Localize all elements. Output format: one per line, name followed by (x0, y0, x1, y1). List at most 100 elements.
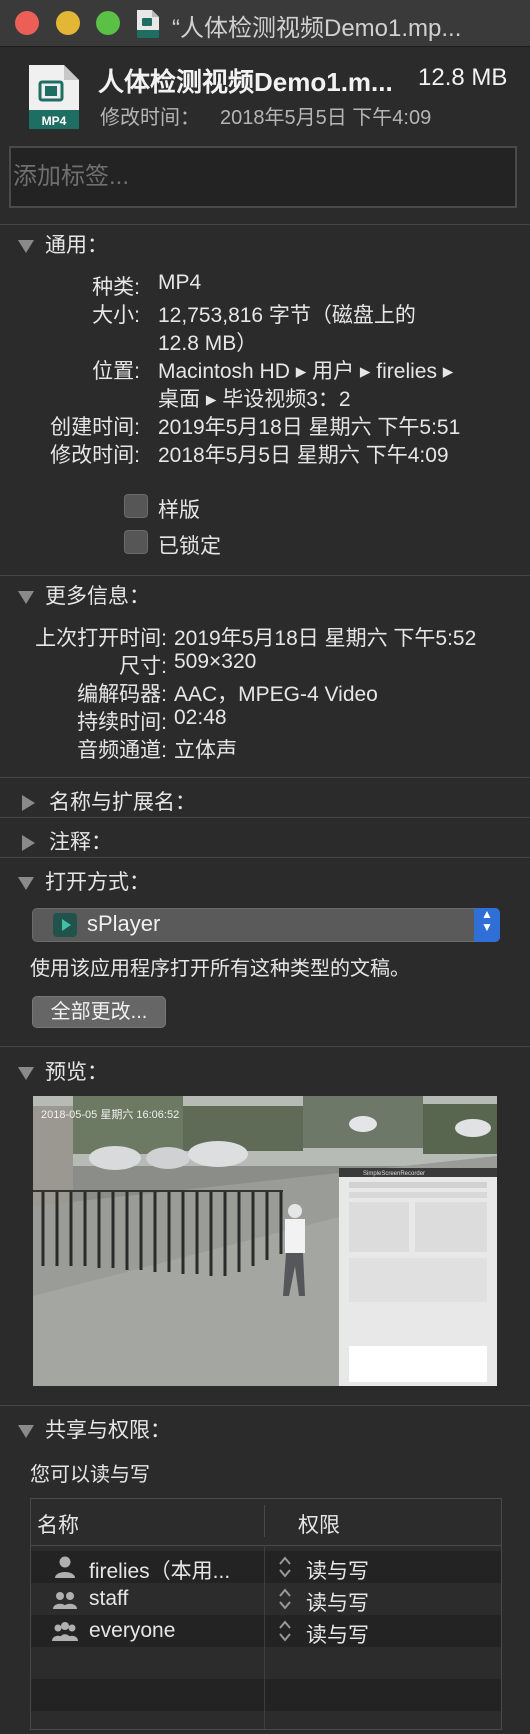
section-sharing-header[interactable]: 共享与权限： (18, 1414, 171, 1444)
where-value-line1: Macintosh HD ▸ 用户 ▸ firelies ▸ (158, 360, 454, 383)
permission-row-empty (31, 1679, 501, 1711)
privilege-stepper-icon[interactable] (278, 1553, 292, 1581)
file-type-icon: MP4 (29, 65, 79, 129)
section-comments-title: 注释： (49, 831, 112, 854)
divider (0, 857, 530, 858)
divider (0, 1046, 530, 1047)
section-more-info-header[interactable]: 更多信息： (18, 580, 150, 610)
permission-row-staff[interactable]: staff 读与写 (31, 1583, 501, 1615)
codecs-value: AAC，MPEG-4 Video (174, 683, 378, 706)
privilege-stepper-icon[interactable] (278, 1617, 292, 1645)
disclosure-triangle-icon[interactable] (18, 876, 34, 890)
section-preview-header[interactable]: 预览： (18, 1056, 108, 1086)
file-type-label: MP4 (42, 114, 67, 128)
size-label: 大小: (92, 304, 140, 327)
recorder-window-title: SimpleScreenRecorder (363, 1171, 425, 1177)
audio-channels-value: 立体声 (174, 739, 237, 762)
column-header-name[interactable]: 名称 (37, 1509, 79, 1539)
video-frame: SimpleScreenRecorder 2018-05-05 星期六 16:0… (33, 1096, 497, 1386)
stationery-checkbox[interactable] (124, 494, 148, 518)
window-title: “人体检测视频Demo1.mp... (172, 15, 462, 42)
section-open-with-title: 打开方式： (45, 871, 150, 894)
divider (0, 777, 530, 778)
change-all-button[interactable]: 全部更改... (32, 996, 166, 1028)
open-with-app-name: sPlayer (87, 911, 161, 936)
created-label: 创建时间: (50, 416, 140, 439)
table-header-divider (31, 1545, 501, 1546)
modified-value: 2018年5月5日 星期六 下午4:09 (158, 444, 449, 467)
group-icon (53, 1592, 77, 1609)
duration-label: 持续时间: (77, 711, 167, 734)
section-name-extension-header[interactable]: 名称与扩展名： (18, 786, 196, 816)
section-comments-header[interactable]: 注释： (18, 826, 112, 856)
disclosure-triangle-icon[interactable] (22, 835, 35, 852)
section-general-header[interactable]: 通用： (18, 229, 108, 259)
zoom-button[interactable] (96, 11, 120, 35)
divider (0, 1405, 530, 1406)
file-name: 人体检测视频Demo1.m... (98, 67, 393, 97)
minimize-button[interactable] (56, 11, 80, 35)
permission-row-user[interactable]: firelies（本用... 读与写 (31, 1551, 501, 1583)
header-modified-value: 2018年5月5日 下午4:09 (220, 107, 432, 129)
section-open-with-header[interactable]: 打开方式： (18, 866, 150, 896)
disclosure-triangle-icon[interactable] (18, 1066, 34, 1080)
column-separator (264, 1505, 265, 1537)
permission-row-privilege[interactable]: 读与写 (306, 1587, 369, 1617)
created-value: 2019年5月18日 星期六 下午5:51 (158, 416, 461, 439)
everyone-icon (52, 1622, 78, 1641)
last-opened-label: 上次打开时间: (35, 627, 167, 650)
permissions-table: 名称 权限 firelies（本用... 读与写 staff 读与写 every… (30, 1498, 502, 1730)
section-general-title: 通用： (45, 234, 108, 257)
section-name-extension-title: 名称与扩展名： (49, 791, 196, 814)
size-value-line1: 12,753,816 字节（磁盘上的 (158, 304, 416, 327)
open-with-description: 使用该应用程序打开所有这种类型的文稿。 (30, 958, 410, 980)
divider (0, 224, 530, 225)
locked-label: 已锁定 (158, 535, 221, 558)
stationery-label: 样版 (158, 499, 200, 522)
permission-row-everyone[interactable]: everyone 读与写 (31, 1615, 501, 1647)
permission-row-privilege[interactable]: 读与写 (306, 1619, 369, 1649)
title-bar: “人体检测视频Demo1.mp... (0, 0, 530, 47)
dimensions-label: 尺寸: (119, 655, 167, 678)
file-size: 12.8 MB (418, 64, 508, 91)
splayer-app-icon (53, 913, 77, 937)
video-preview[interactable]: SimpleScreenRecorder 2018-05-05 星期六 16:0… (33, 1096, 497, 1386)
header-modified-label: 修改时间： (100, 107, 200, 129)
section-preview-title: 预览： (45, 1061, 108, 1084)
disclosure-triangle-icon[interactable] (18, 239, 34, 253)
column-separator (264, 1545, 265, 1729)
permission-row-empty (31, 1647, 501, 1679)
video-timestamp: 2018-05-05 星期六 16:06:52 (41, 1108, 179, 1121)
permission-row-name: everyone (89, 1619, 176, 1642)
disclosure-triangle-icon[interactable] (18, 590, 34, 604)
duration-value: 02:48 (174, 706, 227, 729)
privilege-stepper-icon[interactable] (278, 1585, 292, 1613)
modified-label: 修改时间: (50, 444, 140, 467)
column-header-privilege[interactable]: 权限 (298, 1509, 340, 1539)
mp4-file-icon (137, 10, 159, 38)
section-sharing-title: 共享与权限： (45, 1419, 171, 1442)
locked-checkbox[interactable] (124, 530, 148, 554)
sharing-summary: 您可以读与写 (30, 1464, 150, 1486)
audio-channels-label: 音频通道: (77, 739, 167, 762)
disclosure-triangle-icon[interactable] (22, 795, 35, 812)
divider (0, 575, 530, 576)
divider (0, 817, 530, 818)
dimensions-value: 509×320 (174, 650, 257, 673)
kind-label: 种类: (92, 276, 140, 299)
permission-row-name: firelies（本用... (89, 1560, 231, 1583)
permission-row-privilege[interactable]: 读与写 (306, 1555, 369, 1585)
where-value-line2: 桌面 ▸ 毕设视频3：2 (158, 388, 351, 411)
popup-arrows-icon[interactable]: ▲ ▼ (474, 908, 500, 942)
section-more-info-title: 更多信息： (45, 585, 150, 608)
where-label: 位置: (92, 360, 140, 383)
disclosure-triangle-icon[interactable] (18, 1424, 34, 1438)
codecs-label: 编解码器: (77, 683, 167, 706)
open-with-popup[interactable]: sPlayer ▲ ▼ (32, 908, 500, 942)
close-button[interactable] (15, 11, 39, 35)
size-value-line2: 12.8 MB） (158, 332, 258, 355)
tags-input[interactable] (9, 146, 517, 208)
permission-row-name: staff (89, 1587, 129, 1610)
kind-value: MP4 (158, 271, 202, 294)
user-icon (55, 1556, 75, 1578)
